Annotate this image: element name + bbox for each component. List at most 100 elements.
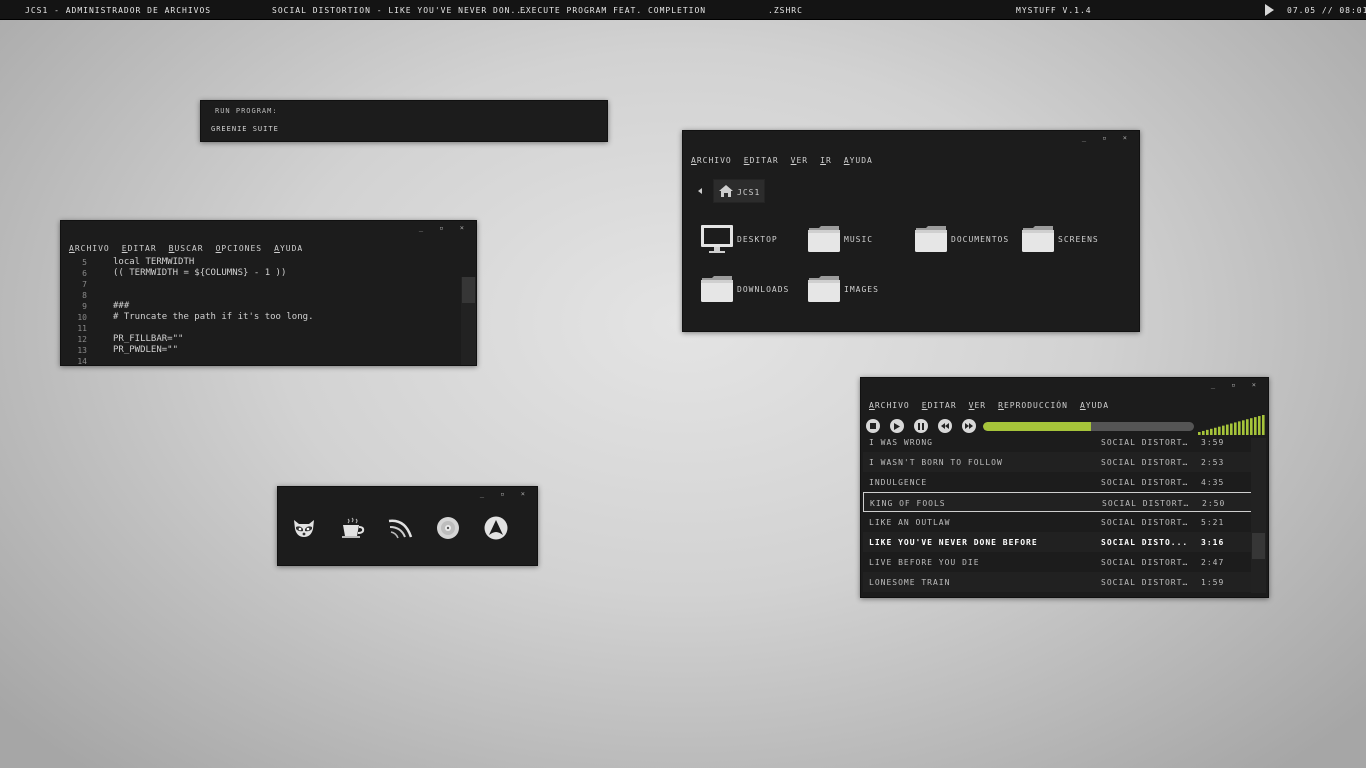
volume-bar <box>1262 415 1265 435</box>
playlist-scrollbar-thumb[interactable] <box>1252 533 1265 559</box>
menu-ver[interactable]: Ver <box>791 156 808 165</box>
top-taskbar: jcs1 - administrador de archivos Social … <box>0 0 1366 20</box>
code-line: 11 <box>77 324 87 333</box>
file-manager-menubar: Archivo Editar Ver Ir Ayuda <box>691 156 873 165</box>
run-program-label: run program: <box>215 107 278 115</box>
volume-bar <box>1226 424 1229 435</box>
volume-bar <box>1206 429 1209 435</box>
editor-menubar: Archivo Editar Buscar Opciones Ayuda <box>69 244 303 253</box>
monitor-icon <box>701 225 733 253</box>
menu-ayuda[interactable]: Ayuda <box>274 244 303 253</box>
menu-ayuda[interactable]: Ayuda <box>844 156 873 165</box>
window-controls[interactable]: _ ▫ × <box>1082 134 1133 142</box>
menu-archivo[interactable]: Archivo <box>69 244 110 253</box>
code-line: 13 PR_PWDLEN="" <box>77 345 179 355</box>
coffee-cup-icon[interactable] <box>339 515 365 541</box>
player-menubar: Archivo Editar Ver Reproducción Ayuda <box>869 401 1109 410</box>
clock: 07.05 // 08:01 <box>1287 6 1366 15</box>
run-program-dialog: run program: greenie suite <box>200 100 608 142</box>
folder-icon <box>1022 226 1054 252</box>
volume-bar <box>1214 427 1217 435</box>
editor-scrollbar[interactable] <box>461 277 476 365</box>
play-icon[interactable] <box>1265 4 1274 16</box>
folder-icon <box>808 276 840 302</box>
volume-bars[interactable] <box>1198 415 1266 435</box>
folder-icon <box>701 276 733 302</box>
code-line: 7 <box>82 280 87 289</box>
volume-bar <box>1242 420 1245 435</box>
playlist-row[interactable]: Indulgence Social Distortion 4:35 <box>863 472 1252 492</box>
volume-bar <box>1234 422 1237 435</box>
folder-icon <box>915 226 947 252</box>
stop-icon <box>870 423 876 429</box>
volume-bar <box>1254 417 1257 435</box>
run-program-input[interactable]: greenie suite <box>211 125 279 133</box>
menu-archivo[interactable]: Archivo <box>691 156 732 165</box>
menu-editar[interactable]: Editar <box>122 244 157 253</box>
network-swoosh-icon[interactable] <box>387 515 413 541</box>
task-run-program[interactable]: execute program feat. completion <box>520 6 706 15</box>
playlist-scrollbar[interactable] <box>1251 438 1266 593</box>
volume-bar <box>1258 416 1261 435</box>
next-icon <box>965 423 973 429</box>
breadcrumb-home[interactable]: jcs1 <box>713 179 765 203</box>
playlist-row-selected[interactable]: King of fools Social Distortion 2:50 <box>863 492 1252 512</box>
previous-icon <box>941 423 949 429</box>
window-controls[interactable]: _ ▫ × <box>419 224 470 232</box>
menu-buscar[interactable]: Buscar <box>169 244 204 253</box>
volume-bar <box>1238 421 1241 435</box>
editor-scrollbar-thumb[interactable] <box>462 277 475 303</box>
file-manager-window: _ ▫ × Archivo Editar Ver Ir Ayuda jcs1 d… <box>682 130 1140 332</box>
volume-bar <box>1210 428 1213 435</box>
breadcrumb-label: jcs1 <box>737 188 761 197</box>
code-line: 6(( TERMWIDTH = ${COLUMNS} - 1 )) <box>82 268 287 278</box>
code-line: 10 # Truncate the path if it's too long. <box>77 312 314 322</box>
playlist-row[interactable]: Like an outlaw Social Distortion 5:21 <box>863 512 1252 532</box>
window-controls[interactable]: _ ▫ × <box>480 490 531 498</box>
stop-button[interactable] <box>866 419 880 433</box>
code-line: 8 <box>82 291 87 300</box>
code-line: 14 <box>77 357 87 366</box>
music-player-window: _ ▫ × Archivo Editar Ver Reproducción Ay… <box>860 377 1269 598</box>
volume-bar <box>1250 418 1253 435</box>
menu-ver[interactable]: Ver <box>969 401 986 410</box>
playlist-row-now-playing[interactable]: Like you've never done before Social Dist… <box>863 532 1252 552</box>
next-button[interactable] <box>962 419 976 433</box>
arch-logo-icon[interactable] <box>483 515 509 541</box>
disc-icon[interactable] <box>435 515 461 541</box>
playlist-row[interactable]: I was wrong Social Distortion 3:59 <box>863 436 1252 452</box>
volume-bar <box>1230 423 1233 435</box>
previous-button[interactable] <box>938 419 952 433</box>
menu-editar[interactable]: Editar <box>744 156 779 165</box>
task-music-player[interactable]: Social Distortion - Like You've Never Do… <box>272 6 528 15</box>
code-area[interactable]: 5 local TERMWIDTH 6(( TERMWIDTH = ${COLUM… <box>69 257 469 366</box>
menu-editar[interactable]: Editar <box>922 401 957 410</box>
menu-archivo[interactable]: Archivo <box>869 401 910 410</box>
playlist-row[interactable]: Live before you die Social Distortion 2:47 <box>863 552 1252 572</box>
raccoon-icon[interactable] <box>291 515 317 541</box>
playlist-row[interactable]: Lonesome train Social Distortion 1:59 <box>863 572 1252 592</box>
task-zshrc[interactable]: .zshrc <box>768 6 803 15</box>
play-button[interactable] <box>890 419 904 433</box>
volume-bar <box>1222 425 1225 435</box>
menu-opciones[interactable]: Opciones <box>216 244 263 253</box>
playlist-row[interactable]: I wasn't born to follow Social Distortion… <box>863 452 1252 472</box>
volume-bar <box>1198 432 1201 435</box>
window-controls[interactable]: _ ▫ × <box>1211 381 1262 389</box>
volume-bar <box>1202 430 1205 435</box>
seek-bar-fill <box>983 422 1091 431</box>
back-arrow-icon[interactable] <box>698 188 702 194</box>
code-line: 12 PR_FILLBAR="" <box>77 334 184 344</box>
menu-ayuda[interactable]: Ayuda <box>1080 401 1109 410</box>
seek-bar[interactable] <box>983 422 1194 431</box>
task-file-manager[interactable]: jcs1 - administrador de archivos <box>25 6 211 15</box>
app-launcher-dock: _ ▫ × <box>277 486 538 566</box>
volume-bar <box>1218 426 1221 435</box>
menu-ir[interactable]: Ir <box>820 156 832 165</box>
home-icon <box>719 185 733 197</box>
task-mystuff[interactable]: mystuff v.1.4 <box>1016 6 1092 15</box>
folder-icon <box>808 226 840 252</box>
pause-button[interactable] <box>914 419 928 433</box>
menu-reproduccion[interactable]: Reproducción <box>998 401 1068 410</box>
playlist: I was wrong Social Distortion 3:59 I wasn'… <box>863 436 1252 594</box>
